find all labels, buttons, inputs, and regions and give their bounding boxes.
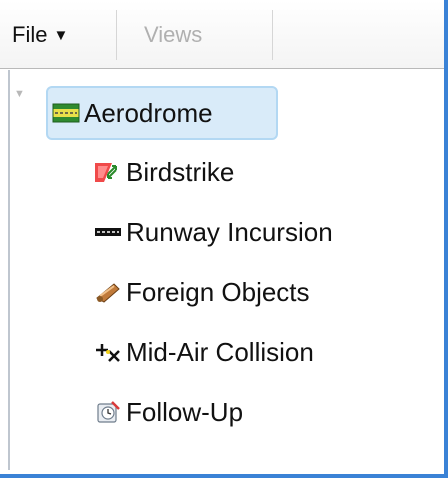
tree-node-label: Aerodrome	[84, 97, 213, 128]
chevron-down-icon: ▼	[53, 26, 69, 44]
runway-icon	[94, 220, 122, 244]
toolbar-divider	[272, 10, 273, 60]
birdstrike-icon	[94, 160, 122, 184]
tree-node-mid-air-collision[interactable]: Mid-Air Collision	[94, 328, 314, 376]
file-menu-button[interactable]: File ▼	[8, 10, 114, 60]
tree-node-label: Mid-Air Collision	[126, 336, 314, 367]
tree-node-foreign-objects[interactable]: Foreign Objects	[94, 268, 310, 316]
tree-node-label: Runway Incursion	[126, 216, 333, 247]
file-menu-label: File	[12, 22, 48, 47]
views-label: Views	[144, 22, 203, 47]
toolbar: File ▼ Views	[0, 0, 444, 69]
aerodrome-icon	[52, 101, 80, 125]
tree-node-label: Foreign Objects	[126, 276, 310, 307]
toolbar-divider	[116, 10, 117, 60]
tree-node-follow-up[interactable]: Follow-Up	[94, 388, 243, 436]
tree-node-aerodrome[interactable]: Aerodrome	[46, 86, 278, 140]
foreign-object-icon	[94, 280, 122, 304]
collision-icon	[94, 340, 122, 364]
tree-node-label: Birdstrike	[126, 156, 235, 187]
tree-node-birdstrike[interactable]: Birdstrike	[94, 148, 234, 196]
tree-node-label: Follow-Up	[126, 396, 244, 427]
views-button[interactable]: Views	[120, 10, 270, 60]
follow-up-icon	[94, 400, 122, 424]
tree-panel: File ▼ Views ▼ Aerodrome Birdstrike Runw…	[0, 0, 448, 478]
expand-triangle-icon[interactable]: ▼	[14, 88, 25, 100]
tree-left-border	[8, 70, 10, 470]
tree-node-runway-incursion[interactable]: Runway Incursion	[94, 208, 333, 256]
